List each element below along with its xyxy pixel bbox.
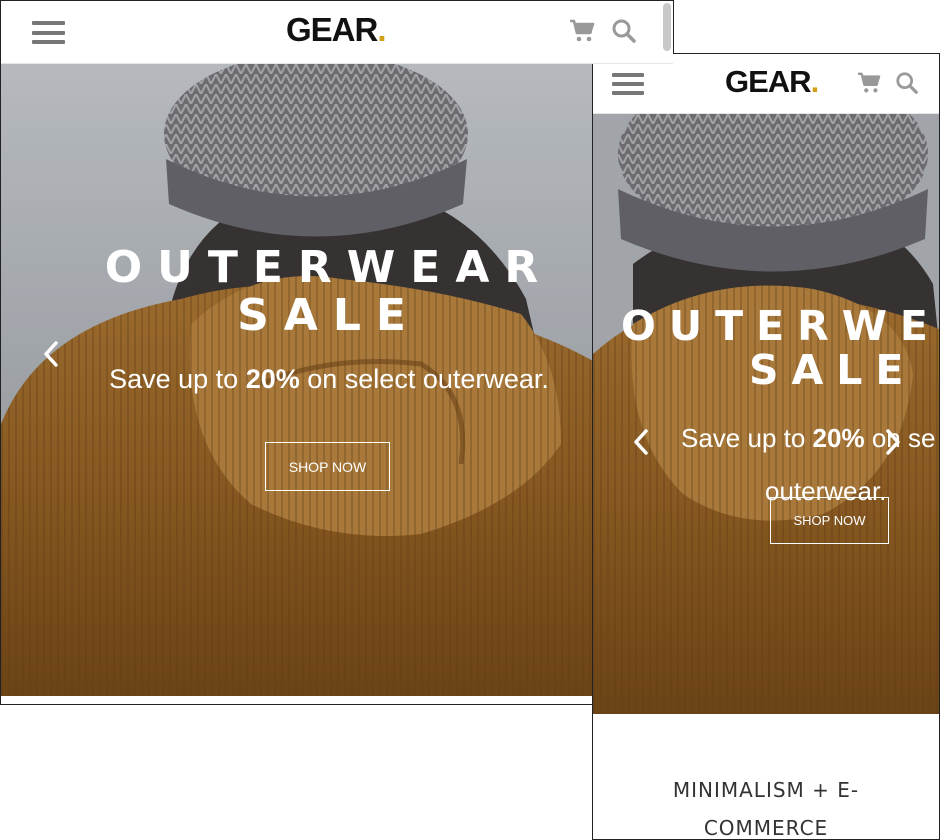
chevron-left-icon[interactable] (631, 428, 651, 461)
shopping-cart-icon[interactable] (857, 72, 881, 99)
chevron-left-icon[interactable] (41, 340, 61, 373)
hero-title-line1: OUTERWEAR (621, 302, 939, 350)
scrollbar-thumb[interactable] (663, 3, 671, 51)
hamburger-menu-icon[interactable] (32, 21, 65, 44)
viewport-wide: GEAR. OUTERWEAR SALE Save up to 20% on s… (0, 0, 674, 705)
hero-banner: OUTERWEAR SALE Save up to 20% on select … (1, 64, 672, 696)
tagline-line2: COMMERCE (703, 816, 829, 840)
shop-now-button[interactable]: SHOP NOW (265, 442, 390, 491)
discount-highlight: 20% (812, 423, 865, 453)
hamburger-menu-icon[interactable] (612, 73, 644, 95)
hero-banner: OUTERWEAR SALE Save up to 20% on se oute… (593, 114, 939, 714)
viewport-narrow: GEAR. OUTERWE SALE Save up to 20% on se … (592, 53, 940, 840)
chevron-right-icon[interactable] (883, 428, 903, 461)
shop-now-button[interactable]: SHOP NOW (770, 497, 889, 544)
discount-highlight: 20% (245, 364, 300, 394)
hero-title-line1: OUTERWEAR (104, 242, 554, 293)
hero-subtitle: Save up to 20% on select outerwear. (109, 364, 549, 394)
site-logo[interactable]: GEAR. (286, 11, 387, 49)
site-logo[interactable]: GEAR. (725, 64, 819, 100)
tagline-line1: MINIMALISM + E- (672, 778, 860, 802)
section-tagline: MINIMALISM + E- COMMERCE (593, 771, 939, 840)
search-icon[interactable] (611, 18, 637, 49)
hero-title: OUTERWEAR SALE (621, 304, 939, 393)
hero-title-line2: SALE (237, 289, 421, 341)
search-icon[interactable] (895, 71, 919, 100)
hero-title: OUTERWEAR SALE (1, 244, 657, 339)
hero-title-line2: SALE (749, 346, 917, 395)
hero-image (593, 114, 939, 714)
site-header: GEAR. (1, 1, 673, 64)
canvas: GEAR. OUTERWEAR SALE Save up to 20% on s… (0, 0, 940, 840)
shopping-cart-icon[interactable] (569, 19, 595, 48)
